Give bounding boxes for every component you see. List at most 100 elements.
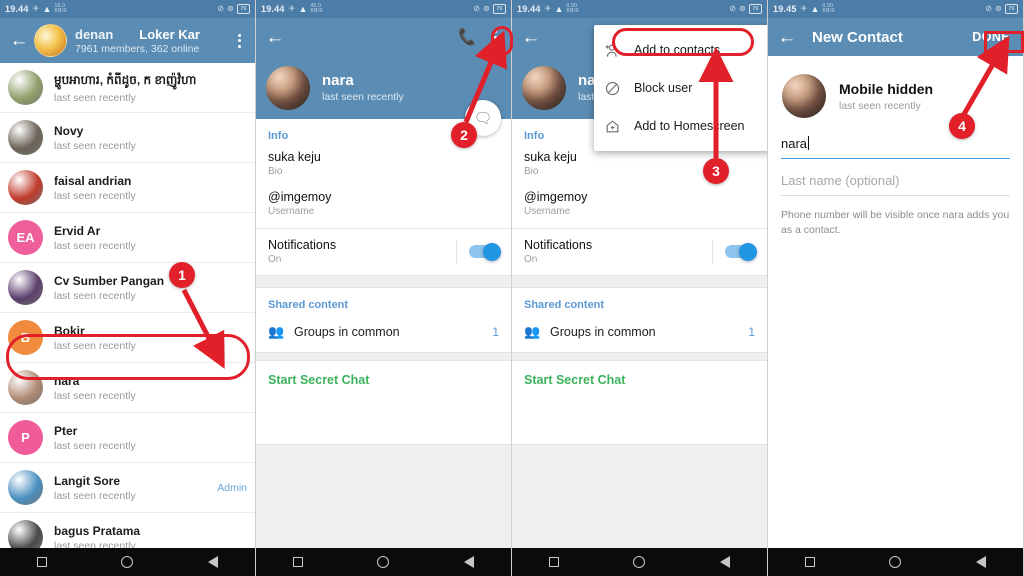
square-recents-icon[interactable]: [549, 557, 560, 567]
avatar[interactable]: [8, 120, 43, 155]
circle-home-icon[interactable]: [121, 556, 134, 568]
avatar[interactable]: P: [8, 420, 43, 455]
bio-field[interactable]: suka keju Bio: [512, 148, 767, 188]
avatar[interactable]: [8, 270, 43, 305]
notifications-value: On: [524, 254, 538, 265]
avatar[interactable]: EA: [8, 220, 43, 255]
done-button[interactable]: DONE: [969, 28, 1013, 46]
avatar[interactable]: [266, 65, 310, 110]
list-item-name: ម្ហូបអាហារ, កំពីដូច, ក ខាញ៉ូវំហា: [54, 72, 197, 87]
network-speed: 0.00 KB/S: [566, 3, 579, 14]
new-contact-app-bar: ← New Contact DONE: [768, 18, 1023, 56]
status-time: 19.44: [5, 4, 29, 14]
bio-field[interactable]: suka keju Bio: [256, 148, 511, 188]
phone-call-icon[interactable]: 📞: [457, 27, 478, 47]
status-bar: 19.44 ✈ ▲ 0.00 KB/S ⊘ ⊚ 76: [512, 0, 767, 18]
list-item[interactable]: Langit Sore last seen recently Admin: [0, 463, 255, 513]
menu-item-block-user[interactable]: Block user: [594, 69, 767, 107]
avatar[interactable]: [8, 170, 43, 205]
circle-home-icon[interactable]: [889, 556, 902, 568]
first-name-field[interactable]: nara: [781, 135, 1010, 159]
square-recents-icon[interactable]: [293, 557, 304, 567]
wifi-icon: ▲: [42, 4, 52, 14]
back-arrow-icon[interactable]: ←: [518, 24, 544, 50]
list-item[interactable]: ម្ហូបអាហារ, កំពីដូច, ក ខាញ៉ូវំហា last see…: [0, 63, 255, 113]
last-name-field[interactable]: Last name (optional): [781, 172, 1010, 196]
notifications-toggle[interactable]: [469, 242, 501, 261]
mute-icon: ⊘: [217, 4, 225, 13]
triangle-back-icon[interactable]: [719, 556, 730, 568]
bio-value: suka keju: [268, 150, 321, 164]
add-home-icon: [604, 118, 634, 135]
page-title: New Contact: [812, 28, 903, 46]
triangle-back-icon[interactable]: [463, 556, 474, 568]
list-item[interactable]: B Bokir last seen recently: [0, 313, 255, 363]
menu-item-label: Block user: [634, 81, 693, 95]
phone-visibility-hint: Phone number will be visible once nara a…: [781, 209, 1010, 237]
circle-home-icon[interactable]: [377, 556, 390, 568]
message-icon[interactable]: 🗨: [465, 100, 501, 136]
back-arrow-icon[interactable]: ←: [774, 24, 800, 50]
list-item[interactable]: EA Ervid Ar last seen recently: [0, 213, 255, 263]
avatar[interactable]: [522, 65, 566, 110]
list-item[interactable]: P Pter last seen recently: [0, 413, 255, 463]
notifications-value: On: [268, 254, 282, 265]
airplane-icon: ✈: [800, 4, 808, 13]
back-arrow-icon[interactable]: ←: [262, 24, 288, 50]
avatar[interactable]: B: [8, 320, 43, 355]
kebab-menu-icon[interactable]: [485, 28, 505, 46]
status-left-icons: ✈ ▲ 45.0 KB/S: [288, 4, 323, 15]
mute-icon: ⊘: [729, 4, 737, 13]
empty-area: [256, 444, 511, 548]
list-item-text: Cv Sumber Pangan last seen recently: [54, 274, 247, 302]
notifications-row[interactable]: Notifications On: [512, 229, 767, 275]
airplane-icon: ✈: [288, 4, 296, 13]
bio-label: Bio: [524, 166, 539, 177]
circle-home-icon[interactable]: [633, 556, 646, 568]
battery-indicator: 76: [237, 4, 250, 14]
menu-item-add-to-homescreen[interactable]: Add to Homescreen: [594, 107, 767, 145]
avatar[interactable]: [8, 70, 43, 105]
new-contact-header: Mobile hidden last seen recently: [768, 56, 1023, 128]
triangle-back-icon[interactable]: [975, 556, 986, 568]
section-gap: [512, 352, 767, 361]
username-field[interactable]: @imgemoy Username: [256, 188, 511, 228]
status-right-icons: ⊘ ⊚ 76: [217, 4, 250, 14]
list-item[interactable]: Novy last seen recently: [0, 113, 255, 163]
avatar[interactable]: [8, 370, 43, 405]
status-left-icons: ✈ ▲ 0.00 KB/S: [545, 3, 579, 15]
notifications-row[interactable]: Notifications On: [256, 229, 511, 275]
square-recents-icon[interactable]: [37, 557, 48, 567]
status-bar: 19.44 ✈ ▲ 45.0 KB/S ⊘ ⊚ 76: [256, 0, 511, 18]
list-item-status: last seen recently: [54, 189, 136, 202]
menu-item-add-to-contacts[interactable]: Add to contacts: [594, 31, 767, 69]
start-secret-chat-button[interactable]: Start Secret Chat: [512, 361, 767, 400]
groups-in-common-row[interactable]: 👥 Groups in common 1: [256, 317, 511, 352]
kebab-menu-icon[interactable]: [229, 32, 249, 50]
group-app-bar: ← denan Loker Kar 7961 members, 362 onli…: [0, 18, 255, 63]
list-item[interactable]: faisal andrian last seen recently: [0, 163, 255, 213]
avatar[interactable]: [8, 470, 43, 505]
list-item-text: Ervid Ar last seen recently: [54, 224, 247, 252]
list-item-name: Novy: [54, 123, 84, 138]
android-nav-bar: [256, 548, 511, 576]
panel-profile: 19.44 ✈ ▲ 45.0 KB/S ⊘ ⊚ 76 ← 📞 nara last…: [256, 0, 512, 576]
group-avatar[interactable]: [34, 24, 67, 57]
profile-app-bar: ← 📞: [256, 18, 511, 56]
username-field[interactable]: @imgemoy Username: [512, 188, 767, 228]
list-item[interactable]: nara last seen recently: [0, 363, 255, 413]
back-arrow-icon[interactable]: ←: [6, 28, 32, 54]
contact-status: last seen recently: [839, 99, 921, 112]
menu-item-label: Add to Homescreen: [634, 119, 745, 133]
triangle-back-icon[interactable]: [207, 556, 218, 568]
list-item[interactable]: Cv Sumber Pangan last seen recently: [0, 263, 255, 313]
start-secret-chat-button[interactable]: Start Secret Chat: [256, 361, 511, 400]
notifications-toggle[interactable]: [725, 242, 757, 261]
square-recents-icon[interactable]: [805, 557, 816, 567]
panel-group-members: 19.44 ✈ ▲ 16.0 KB/S ⊘ ⊚ 76 ← denan Loker…: [0, 0, 256, 576]
do-not-disturb-icon: ⊚: [995, 4, 1002, 13]
bio-value: suka keju: [524, 150, 577, 164]
groups-in-common-row[interactable]: 👥 Groups in common 1: [512, 317, 767, 352]
wifi-icon: ▲: [810, 4, 820, 14]
username-value: @imgemoy: [524, 190, 588, 204]
